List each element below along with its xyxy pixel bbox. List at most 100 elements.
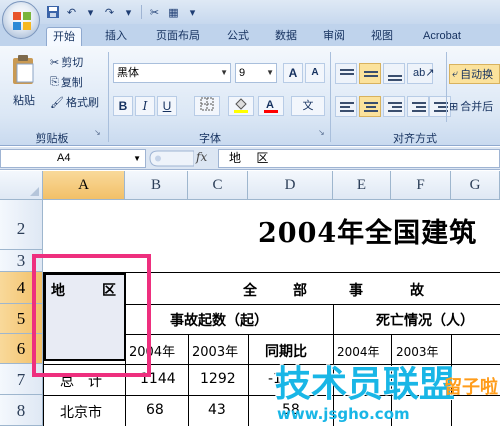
spreadsheet-grid[interactable]: A B C D E F G 2 3 4 5 6 7 8 2004年全国建筑 地 …: [0, 171, 500, 426]
font-color-button[interactable]: A: [258, 96, 284, 116]
tab-insert[interactable]: 插入: [98, 27, 134, 46]
sheet-title: 2004年全国建筑: [258, 218, 478, 249]
table-border: [188, 334, 189, 426]
align-middle-button[interactable]: [359, 63, 381, 84]
qat-separator: [141, 5, 142, 19]
phonetic-button[interactable]: 文: [291, 96, 325, 116]
cell-c8: 43: [208, 402, 226, 418]
column-header-e[interactable]: E: [333, 171, 391, 200]
redo-dropdown-icon[interactable]: ▾: [120, 4, 137, 21]
orientation-icon: ab↗: [413, 67, 435, 79]
paste-button[interactable]: 粘贴: [8, 54, 40, 108]
italic-button[interactable]: I: [135, 96, 155, 116]
font-launcher-icon[interactable]: ↘: [318, 128, 325, 137]
formula-bar: A4 ▼ fx 地 区: [0, 147, 500, 170]
column-header-a[interactable]: A: [43, 171, 125, 200]
grow-font-button[interactable]: A: [283, 63, 303, 83]
column-header-c[interactable]: C: [188, 171, 248, 200]
shrink-font-button[interactable]: A: [305, 63, 325, 83]
tab-acrobat[interactable]: Acrobat: [414, 27, 470, 46]
paste-icon: [13, 55, 34, 84]
formula-input[interactable]: 地 区: [218, 149, 500, 168]
tab-view[interactable]: 视图: [364, 27, 400, 46]
tab-page-layout[interactable]: 页面布局: [148, 27, 208, 46]
underline-button[interactable]: U: [157, 96, 177, 116]
header-all-4: 故: [410, 283, 424, 299]
redo-icon[interactable]: ↷: [101, 4, 118, 21]
paste-label: 粘贴: [13, 95, 35, 107]
align-right-button[interactable]: [383, 96, 405, 117]
merge-label: 合并后: [460, 101, 494, 113]
chevron-down-icon: ▼: [220, 68, 228, 77]
svg-text:A: A: [266, 99, 274, 111]
copy-button[interactable]: ⎘ 复制: [50, 74, 83, 90]
watermark-logo-text: 技术员联盟: [275, 364, 456, 405]
align-center-button[interactable]: [359, 96, 381, 117]
tab-formulas[interactable]: 公式: [220, 27, 256, 46]
office-logo-icon: [13, 12, 31, 30]
title-bar: ↶ ▾ ↷ ▾ ✂ ▦ ▾: [0, 0, 500, 39]
cut-button[interactable]: ✂ 剪切: [50, 54, 83, 70]
column-header-d[interactable]: D: [248, 171, 333, 200]
decrease-indent-button[interactable]: [407, 96, 429, 117]
tab-home[interactable]: 开始: [46, 27, 82, 46]
undo-dropdown-icon[interactable]: ▾: [82, 4, 99, 21]
watermark-url: www.jsgho.com: [277, 405, 410, 423]
font-name-combo[interactable]: 黑体 ▼: [113, 63, 231, 83]
merge-icon: ⊞: [449, 100, 459, 113]
increase-indent-button[interactable]: [429, 96, 451, 117]
wrap-text-label: 自动换: [460, 69, 494, 81]
orientation-button[interactable]: ab↗: [407, 63, 435, 84]
row-header-2[interactable]: 2: [0, 200, 43, 250]
save-icon[interactable]: [44, 4, 61, 21]
row-header-8[interactable]: 8: [0, 395, 43, 426]
ribbon: 粘贴 ✂ 剪切 ⎘ 复制 🖌 格式刷 剪贴板 ↘ 黑体 ▼ 9 ▼ A A B I U A…: [0, 46, 500, 146]
undo-icon[interactable]: ↶: [63, 4, 80, 21]
group-separator: [108, 52, 109, 142]
align-top-button[interactable]: [335, 63, 357, 84]
wrap-text-icon: ⤶: [452, 67, 459, 80]
borders-button[interactable]: [194, 96, 220, 116]
cell-c7: 1292: [200, 371, 236, 387]
chevron-down-icon: ▼: [266, 68, 274, 77]
column-header-b[interactable]: B: [125, 171, 188, 200]
select-all-corner[interactable]: [0, 171, 43, 200]
align-left-button[interactable]: [335, 96, 357, 117]
copy-icon: ⎘: [50, 75, 59, 88]
table-border: [125, 334, 500, 335]
scissors-icon: ✂: [50, 56, 60, 69]
name-box-value: A4: [57, 152, 71, 164]
cut-label: 剪切: [61, 57, 84, 69]
format-painter-label: 格式刷: [65, 97, 99, 109]
clipboard-group-label: 剪贴板: [35, 133, 69, 145]
paste-special-icon[interactable]: ▦: [165, 4, 182, 21]
name-box[interactable]: A4 ▼: [0, 149, 146, 168]
clipboard-launcher-icon[interactable]: ↘: [94, 128, 101, 137]
cell-b8: 68: [146, 402, 164, 418]
annotation-highlight: [32, 254, 151, 377]
font-group-label: 字体: [199, 133, 221, 145]
font-color-icon: A: [264, 99, 278, 113]
watermark-corner-text: 留子啦: [444, 377, 498, 397]
tools-icon[interactable]: ✂: [146, 4, 163, 21]
format-painter-icon: 🖌: [50, 96, 64, 109]
cell-a8: 北京市: [60, 405, 102, 421]
formula-bar-resize-handle[interactable]: [148, 150, 194, 167]
column-header-g[interactable]: G: [451, 171, 500, 200]
align-bottom-button[interactable]: [383, 63, 405, 84]
fill-color-button[interactable]: [228, 96, 254, 116]
office-button[interactable]: [2, 1, 40, 39]
format-painter-button[interactable]: 🖌 格式刷: [50, 94, 99, 110]
insert-function-icon[interactable]: fx: [196, 150, 207, 164]
customize-qat-icon[interactable]: ▾: [184, 4, 201, 21]
bold-button[interactable]: B: [113, 96, 133, 116]
merge-center-button[interactable]: ⊞ 合并后: [449, 96, 500, 116]
chevron-down-icon: ▼: [133, 154, 141, 163]
tab-review[interactable]: 审阅: [316, 27, 352, 46]
borders-icon: [200, 97, 214, 111]
table-border: [248, 334, 249, 426]
column-header-f[interactable]: F: [391, 171, 451, 200]
font-size-combo[interactable]: 9 ▼: [235, 63, 277, 83]
wrap-text-button[interactable]: ⤶ 自动换: [449, 64, 500, 84]
tab-data[interactable]: 数据: [268, 27, 304, 46]
